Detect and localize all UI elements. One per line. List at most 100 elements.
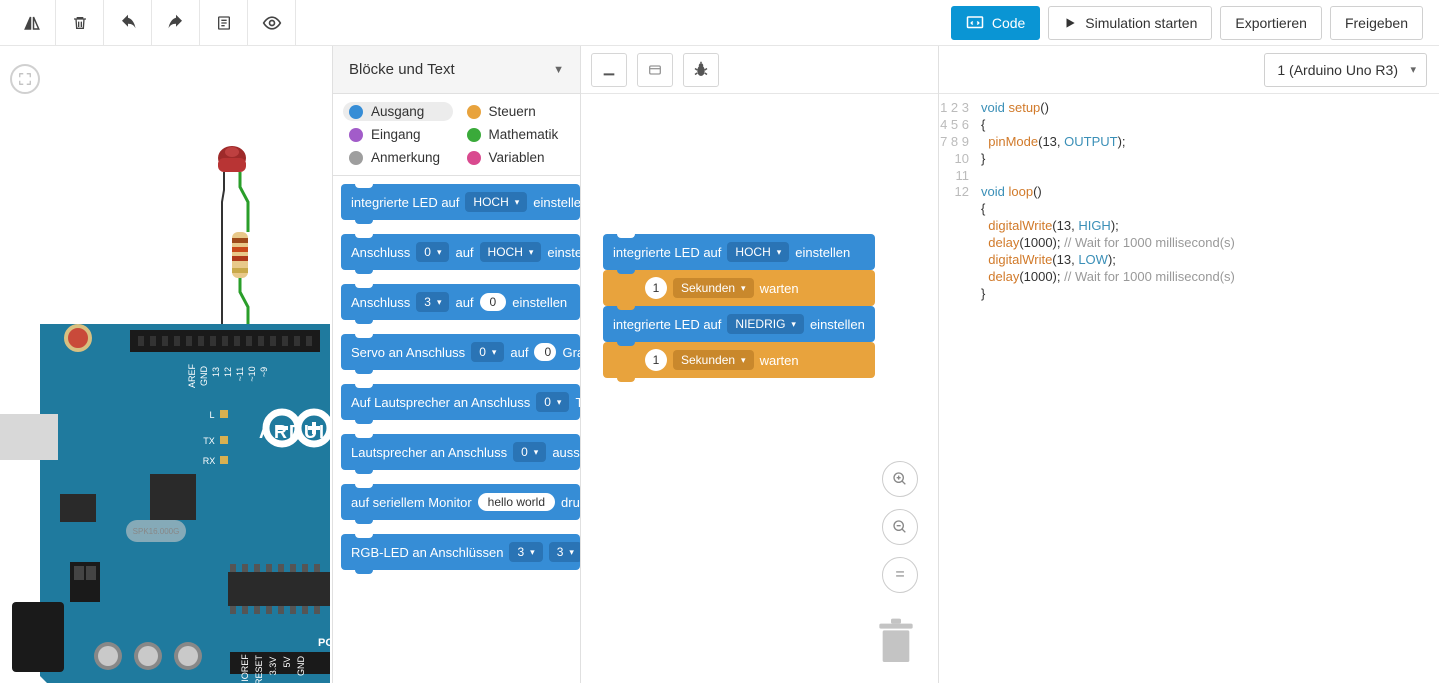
block-text: auf: [510, 345, 528, 360]
redo-button[interactable]: [152, 0, 200, 46]
workspace-toolbar: [581, 46, 938, 94]
category-label: Variablen: [489, 150, 545, 165]
chevron-down-icon: ▼: [553, 64, 564, 76]
export-button-label: Exportieren: [1235, 15, 1307, 31]
category-dot-icon: [467, 105, 481, 119]
category-label: Steuern: [489, 104, 536, 119]
block-serial-print[interactable]: auf seriellem Monitorhello worlddrucken: [341, 484, 580, 520]
category-anmerkung[interactable]: Anmerkung: [343, 148, 453, 167]
code-editor[interactable]: 1 2 3 4 5 6 7 8 9 10 11 12 void setup() …: [939, 94, 1439, 683]
visibility-button[interactable]: [248, 0, 296, 46]
svg-text:GND: GND: [199, 366, 209, 387]
view-mode-label: Blöcke und Text: [349, 61, 455, 78]
block-text: auf: [455, 295, 473, 310]
stack-block-led-low[interactable]: integrierte LED aufNIEDRIGeinstellen: [603, 306, 875, 342]
category-ausgang[interactable]: Ausgang: [343, 102, 453, 121]
canvas-pane[interactable]: AREF GND 13 12 ~11 ~10 ~9 L TX RX ARDUIN…: [0, 46, 332, 683]
svg-text:GND: GND: [296, 656, 306, 677]
block-num[interactable]: 0: [534, 343, 556, 361]
category-dot-icon: [467, 151, 481, 165]
code-button[interactable]: Code: [951, 6, 1040, 40]
stack-block-wait-1[interactable]: 1 Sekunden warten: [603, 270, 875, 306]
block-text-input[interactable]: hello world: [478, 493, 555, 511]
block-stack[interactable]: integrierte LED aufHOCHeinstellen 1Sekun…: [603, 234, 875, 378]
block-num[interactable]: 1: [645, 349, 667, 371]
workspace-canvas[interactable]: integrierte LED aufHOCHeinstellen 1Sekun…: [581, 94, 938, 683]
block-text: einstellen: [547, 245, 580, 260]
board-select[interactable]: 1 (Arduino Uno R3): [1264, 53, 1427, 87]
zoom-out-button[interactable]: [882, 509, 918, 545]
block-dd[interactable]: 3: [509, 542, 542, 562]
block-dd[interactable]: 3: [416, 292, 449, 312]
trash-icon[interactable]: [876, 618, 916, 671]
category-mathematik[interactable]: Mathematik: [461, 125, 571, 144]
share-button[interactable]: Freigeben: [1330, 6, 1423, 40]
library-button[interactable]: [637, 53, 673, 87]
block-num[interactable]: 1: [645, 277, 667, 299]
svg-text:AREF: AREF: [187, 364, 197, 389]
board-select-label: 1 (Arduino Uno R3): [1277, 62, 1398, 78]
block-text: auf seriellem Monitor: [351, 495, 472, 510]
block-text: warten: [760, 353, 799, 368]
workspace[interactable]: integrierte LED aufHOCHeinstellen 1Sekun…: [581, 46, 939, 683]
block-text: Anschluss: [351, 295, 410, 310]
category-variablen[interactable]: Variablen: [461, 148, 571, 167]
block-dd[interactable]: 3: [549, 542, 580, 562]
block-dd[interactable]: 0: [471, 342, 504, 362]
topbar: Code Simulation starten Exportieren Frei…: [0, 0, 1439, 46]
block-dd[interactable]: Sekunden: [673, 278, 754, 298]
category-list: Ausgang Steuern Eingang Mathematik Anmerkung…: [333, 94, 580, 176]
block-text: warten: [760, 281, 799, 296]
category-label: Ausgang: [371, 104, 424, 119]
circuit-view[interactable]: AREF GND 13 12 ~11 ~10 ~9 L TX RX ARDUIN…: [0, 132, 330, 683]
block-dd[interactable]: HOCH: [727, 242, 789, 262]
block-speaker-tone[interactable]: Auf Lautsprecher an Anschluss0Ton: [341, 384, 580, 420]
svg-text:RX: RX: [203, 456, 216, 466]
block-text: Grad: [562, 345, 580, 360]
category-steuern[interactable]: Steuern: [461, 102, 571, 121]
block-rgb-led[interactable]: RGB-LED an Anschlüssen33: [341, 534, 580, 570]
block-dd[interactable]: 0: [513, 442, 546, 462]
block-num[interactable]: 0: [480, 293, 507, 311]
code-header: 1 (Arduino Uno R3): [939, 46, 1439, 94]
block-text: Anschluss: [351, 245, 410, 260]
simulate-button[interactable]: Simulation starten: [1048, 6, 1212, 40]
block-led-set[interactable]: integrierte LED aufHOCHeinstellen: [341, 184, 580, 220]
delete-button[interactable]: [56, 0, 104, 46]
category-dot-icon: [349, 151, 363, 165]
category-dot-icon: [467, 128, 481, 142]
block-speaker-off[interactable]: Lautsprecher an Anschluss0ausschalten: [341, 434, 580, 470]
block-text: Servo an Anschluss: [351, 345, 465, 360]
undo-button[interactable]: [104, 0, 152, 46]
mirror-button[interactable]: [8, 0, 56, 46]
svg-text:~9: ~9: [259, 367, 269, 377]
debug-button[interactable]: [683, 53, 719, 87]
svg-text:L: L: [209, 410, 214, 420]
download-button[interactable]: [591, 53, 627, 87]
zoom-in-button[interactable]: [882, 461, 918, 497]
block-dd[interactable]: HOCH: [465, 192, 527, 212]
zoom-fit-button[interactable]: [10, 64, 40, 94]
block-dd[interactable]: HOCH: [480, 242, 542, 262]
block-text: einstellen: [795, 245, 850, 260]
block-dd[interactable]: 0: [416, 242, 449, 262]
block-text: auf: [455, 245, 473, 260]
stack-block-led-high[interactable]: integrierte LED aufHOCHeinstellen: [603, 234, 875, 270]
block-pin-digital[interactable]: Anschluss 0 auf HOCH einstellen: [341, 234, 580, 270]
export-button[interactable]: Exportieren: [1220, 6, 1322, 40]
view-mode-select[interactable]: Blöcke und Text ▼: [349, 53, 564, 87]
block-servo[interactable]: Servo an Anschluss 0 auf 0 Grad: [341, 334, 580, 370]
stack-block-wait-2[interactable]: 1 Sekunden warten: [603, 342, 875, 378]
svg-text:5V: 5V: [282, 656, 292, 667]
block-dd[interactable]: Sekunden: [673, 350, 754, 370]
block-dd[interactable]: 0: [536, 392, 569, 412]
workspace-zoom-controls: =: [882, 461, 918, 593]
svg-text:13: 13: [211, 367, 221, 377]
block-dd[interactable]: NIEDRIG: [727, 314, 804, 334]
block-list: integrierte LED aufHOCHeinstellen Anschl…: [333, 176, 580, 683]
svg-text:3.3V: 3.3V: [268, 657, 278, 676]
category-eingang[interactable]: Eingang: [343, 125, 453, 144]
notes-button[interactable]: [200, 0, 248, 46]
block-pin-analog[interactable]: Anschluss3auf0einstellen: [341, 284, 580, 320]
zoom-reset-button[interactable]: =: [882, 557, 918, 593]
